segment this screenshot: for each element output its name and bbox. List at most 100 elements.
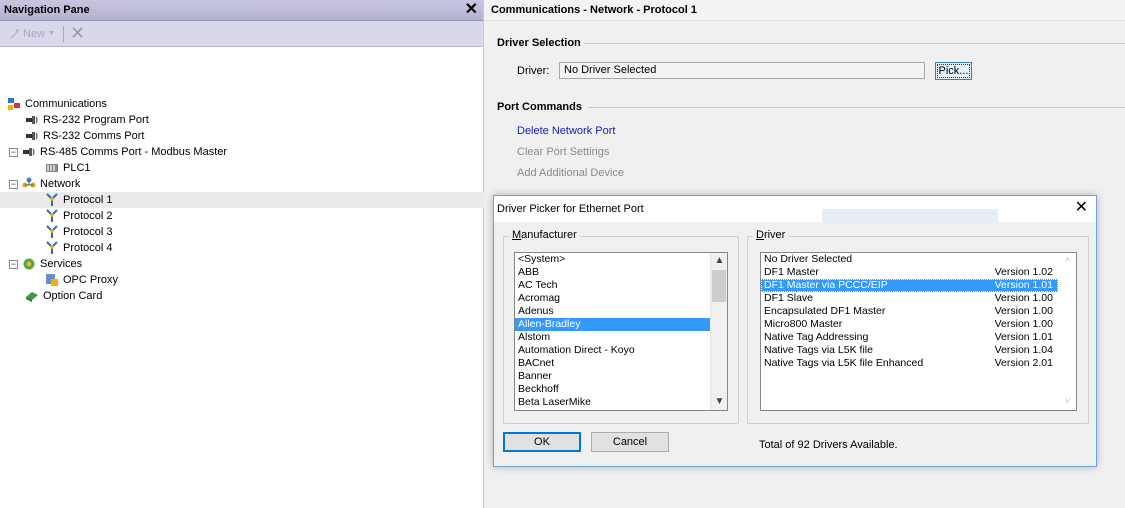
tree-item-communications[interactable]: Communications [0,96,107,112]
new-icon [10,28,19,39]
driver-name: DF1 Slave [764,292,814,304]
dialog-title-bar: Driver Picker for Ethernet Port ✕ [494,196,1096,223]
tree-item-protocol-1[interactable]: Protocol 1 [0,192,528,208]
manufacturer-list-item[interactable]: Allen-Bradley [515,318,712,331]
scroll-thumb[interactable] [712,270,726,302]
driver-version: Version 1.00 [994,292,1053,304]
driver-list-item[interactable]: No Driver Selected [761,253,1058,266]
port-icon [25,129,39,143]
driver-listbox[interactable]: No Driver Selected DF1 Master Version 1.02… [760,252,1077,411]
driver-label: Driver: [517,65,550,77]
services-icon [22,257,36,271]
manufacturer-list-item[interactable]: Alstom [515,331,712,344]
new-button-label: New [23,27,46,40]
tree-item-label: RS-232 Comms Port [43,130,145,142]
total-drivers-text: Total of 92 Drivers Available. [759,439,898,451]
tree-item-label: Communications [25,98,107,110]
tree-item-option-card[interactable]: Option Card [0,288,102,304]
scroll-up-icon[interactable]: ˄ [1059,253,1076,269]
driver-list-item[interactable]: Native Tags via L5K file Enhanced Version… [761,357,1058,370]
tree-item-opc-proxy[interactable]: OPC Proxy [0,272,118,288]
tree-item-rs-232-comms-port[interactable]: RS-232 Comms Port [0,128,144,144]
navigation-pane: Navigation Pane ✕ New ▼ ✕ Communications… [0,0,528,508]
tree-item-protocol-3[interactable]: Protocol 3 [0,224,113,240]
background-tab-ghost [822,209,998,223]
close-dialog-button[interactable]: ✕ [1075,199,1088,217]
tree-item-rs-232-program-port[interactable]: RS-232 Program Port [0,112,149,128]
port-commands-header: Port Commands [497,101,582,113]
tree-item-label: Network [40,178,81,190]
driver-version: Version 1.00 [994,318,1053,330]
scroll-down-icon[interactable]: ˅ [1059,394,1076,410]
close-navigation-pane-button[interactable]: ✕ [465,1,478,18]
driver-legend: Driver [753,229,789,241]
manufacturer-list-item[interactable]: Beta LaserMike [515,396,712,409]
tree-item-plc1[interactable]: PLC1 [0,160,91,176]
command-delete-network-port[interactable]: Delete Network Port [517,125,615,137]
driver-version: Version 1.01 [994,279,1053,291]
collapse-icon[interactable]: − [9,179,18,189]
driver-list-item[interactable]: DF1 Slave Version 1.00 [761,292,1058,305]
collapse-icon[interactable]: − [9,147,18,157]
chevron-down-icon: ▼ [48,30,55,37]
tree-item-rs-485-comms-port-modbus-master[interactable]: − RS-485 Comms Port - Modbus Master [0,144,227,160]
manufacturer-list-item[interactable]: Beckhoff [515,383,712,396]
opc-proxy-icon [45,273,59,287]
option-card-icon [25,289,39,303]
driver-list-item[interactable]: Encapsulated DF1 Master Version 1.00 [761,305,1058,318]
driver-list-item[interactable]: DF1 Master via PCCC/EIP Version 1.01 [761,279,1058,292]
scroll-down-icon[interactable]: ▼ [711,394,727,410]
protocol-icon [45,209,59,223]
cancel-button[interactable]: Cancel [591,432,669,452]
port-icon [22,145,36,159]
new-button[interactable]: New ▼ [8,28,55,40]
tree-item-label: Protocol 3 [63,226,113,238]
toolbar-separator [62,25,64,42]
driver-field[interactable]: No Driver Selected [559,62,925,79]
tree-item-protocol-4[interactable]: Protocol 4 [0,240,113,256]
manufacturer-list-item[interactable]: ABB [515,266,712,279]
manufacturer-list-item[interactable]: Banner [515,370,712,383]
driver-version: Version 1.02 [994,266,1053,278]
dialog-title: Driver Picker for Ethernet Port [497,203,644,215]
driver-group: Driver No Driver Selected DF1 Master Versi… [747,229,1089,424]
driver-version: Version 1.01 [994,331,1053,343]
manufacturer-list-item[interactable]: <System> [515,253,712,266]
navigation-pane-title: Navigation Pane [4,4,90,16]
tree-item-label: Protocol 4 [63,242,113,254]
navigation-toolbar: New ▼ ✕ [0,21,483,47]
manufacturer-legend: Manufacturer [509,229,580,241]
driver-name: DF1 Master [764,266,819,278]
manufacturer-scrollbar[interactable]: ▲ ▼ [710,253,727,410]
section-divider [588,107,1125,108]
driver-list-item[interactable]: DF1 Master Version 1.02 [761,266,1058,279]
manufacturer-list-item[interactable]: Acromag [515,292,712,305]
driver-picker-dialog: Driver Picker for Ethernet Port ✕ Manufa… [493,195,1097,467]
tree-item-services[interactable]: − Services [0,256,82,272]
driver-list-item[interactable]: Micro800 Master Version 1.00 [761,318,1058,331]
driver-scrollbar[interactable]: ˄ ˅ [1059,253,1076,410]
driver-list-item[interactable]: Native Tag Addressing Version 1.01 [761,331,1058,344]
scroll-up-icon[interactable]: ▲ [711,253,727,269]
driver-name: Micro800 Master [764,318,843,330]
delete-button[interactable]: ✕ [70,23,85,44]
collapse-icon[interactable]: − [9,259,18,269]
manufacturer-list-item[interactable]: Adenus [515,305,712,318]
ok-button[interactable]: OK [503,432,581,452]
manufacturer-list-item[interactable]: BACnet [515,357,712,370]
driver-name: DF1 Master via PCCC/EIP [764,279,888,291]
protocol-icon [45,241,59,255]
pick-button[interactable]: Pick... [935,62,972,80]
section-divider [584,43,1125,44]
tree-item-protocol-2[interactable]: Protocol 2 [0,208,113,224]
manufacturer-listbox[interactable]: <System> ABB AC Tech Acromag Adenus Allen-Bra… [514,252,728,411]
tree-item-network[interactable]: − Network [0,176,80,192]
manufacturer-list-item[interactable]: Automation Direct - Koyo [515,344,712,357]
navigation-pane-header: Navigation Pane ✕ [0,0,483,21]
manufacturer-legend-text: anufacturer [521,229,577,241]
tree-item-label: Option Card [43,290,103,302]
driver-list-item[interactable]: Native Tags via L5K file Version 1.04 [761,344,1058,357]
manufacturer-list-item[interactable]: AC Tech [515,279,712,292]
communications-icon [7,97,21,111]
driver-items: No Driver Selected DF1 Master Version 1.02… [761,253,1076,370]
